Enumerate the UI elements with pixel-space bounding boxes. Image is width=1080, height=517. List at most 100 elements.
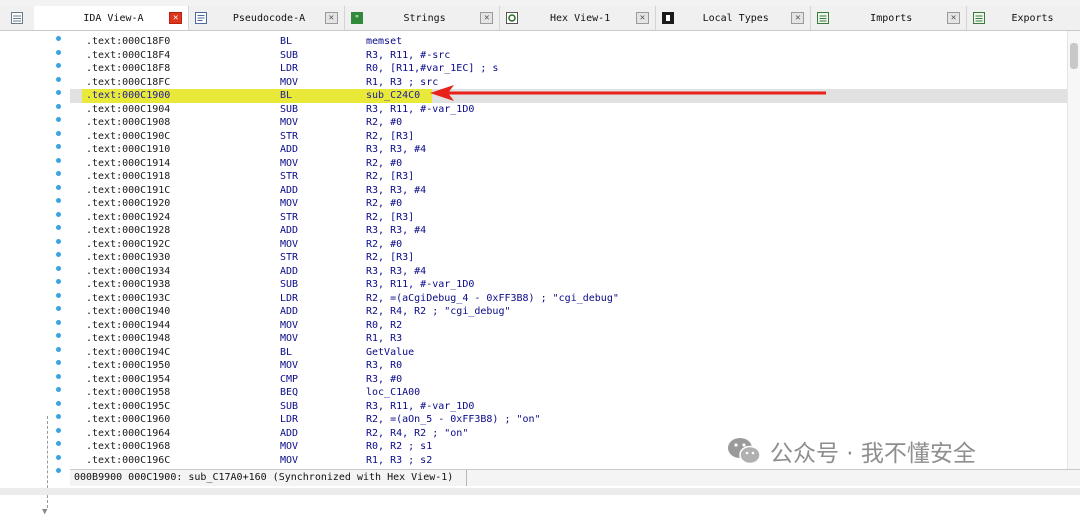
disasm-row[interactable]: .text:000C1934 ADD R3, R3, #4 <box>70 265 1080 279</box>
disasm-row[interactable]: .text:000C18F8 LDR R0, [R11,#var_1EC] ; s <box>70 62 1080 76</box>
instruction-operands[interactable]: R2, =(aCgiDebug_4 - 0xFF3B8) ; "cgi_debu… <box>366 292 619 306</box>
instruction-address[interactable]: .text:000C1900 <box>86 89 170 103</box>
breakpoint-dot[interactable] <box>56 49 61 55</box>
scrollbar-thumb[interactable] <box>1070 43 1078 69</box>
instruction-operands[interactable]: R2, [R3] <box>366 211 414 225</box>
breakpoint-dot[interactable] <box>56 427 61 433</box>
instruction-operands[interactable]: R3, R3, #4 <box>366 265 426 279</box>
instruction-operands[interactable]: R1, R3 ; s2 <box>366 454 432 468</box>
instruction-mnemonic[interactable]: STR <box>280 251 298 265</box>
instruction-operands[interactable]: R3, #0 <box>366 373 402 387</box>
breakpoint-dot[interactable] <box>56 346 61 352</box>
instruction-mnemonic[interactable]: ADD <box>280 305 298 319</box>
breakpoint-dot[interactable] <box>56 441 61 446</box>
breakpoint-dot[interactable] <box>56 265 61 271</box>
disasm-row[interactable]: .text:000C18F0 BL memset <box>70 35 1080 49</box>
breakpoint-dot[interactable] <box>56 157 61 163</box>
tab-ida-view-a[interactable]: IDA View-A ✕ <box>33 6 190 30</box>
instruction-mnemonic[interactable]: STR <box>280 130 298 144</box>
disasm-row[interactable]: .text:000C1940 ADD R2, R4, R2 ; "cgi_debug… <box>70 305 1080 319</box>
instruction-operands[interactable]: R2, =(aOn_5 - 0xFF3B8) ; "on" <box>366 413 541 427</box>
disasm-row[interactable]: .text:000C1950 MOV R3, R0 <box>70 359 1080 373</box>
breakpoint-dot[interactable] <box>56 63 61 68</box>
close-icon[interactable]: ✕ <box>480 12 494 24</box>
close-icon[interactable]: ✕ <box>947 12 961 24</box>
instruction-mnemonic[interactable]: BL <box>280 35 292 49</box>
instruction-address[interactable]: .text:000C1924 <box>86 211 170 225</box>
close-icon[interactable]: ✕ <box>791 12 805 24</box>
disasm-row[interactable]: .text:000C1954 CMP R3, #0 <box>70 373 1080 387</box>
instruction-address[interactable]: .text:000C194C <box>86 346 170 360</box>
instruction-mnemonic[interactable]: SUB <box>280 400 298 414</box>
instruction-mnemonic[interactable]: LDR <box>280 292 298 306</box>
instruction-operands[interactable]: R3, R3, #4 <box>366 143 426 157</box>
instruction-mnemonic[interactable]: MOV <box>280 319 298 333</box>
instruction-address[interactable]: .text:000C1948 <box>86 332 170 346</box>
instruction-address[interactable]: .text:000C1910 <box>86 143 170 157</box>
instruction-operands[interactable]: R2, R4, R2 ; "on" <box>366 427 468 441</box>
disasm-row[interactable]: .text:000C1958 BEQ loc_C1A00 <box>70 386 1080 400</box>
disasm-row[interactable]: .text:000C1930 STR R2, [R3] <box>70 251 1080 265</box>
instruction-operands[interactable]: sub_C24C0 <box>366 89 420 103</box>
instruction-operands[interactable]: R0, R2 <box>366 319 402 333</box>
instruction-mnemonic[interactable]: MOV <box>280 454 298 468</box>
breakpoint-dot[interactable] <box>56 238 61 244</box>
vertical-scrollbar[interactable] <box>1067 31 1080 469</box>
instruction-mnemonic[interactable]: SUB <box>280 103 298 117</box>
breakpoint-dot[interactable] <box>56 144 61 149</box>
disasm-row[interactable]: .text:000C192C MOV R2, #0 <box>70 238 1080 252</box>
breakpoint-dot[interactable] <box>56 36 61 41</box>
tab-strings[interactable]: " Strings ✕ <box>345 6 501 30</box>
disasm-row[interactable]: .text:000C191C ADD R3, R3, #4 <box>70 184 1080 198</box>
instruction-mnemonic[interactable]: MOV <box>280 197 298 211</box>
disasm-row[interactable]: .text:000C190C STR R2, [R3] <box>70 130 1080 144</box>
disasm-row[interactable]: .text:000C1928 ADD R3, R3, #4 <box>70 224 1080 238</box>
instruction-mnemonic[interactable]: SUB <box>280 49 298 63</box>
close-icon[interactable]: ✕ <box>635 12 649 24</box>
instruction-operands[interactable]: R1, R3 <box>366 332 402 346</box>
instruction-mnemonic[interactable]: SUB <box>280 278 298 292</box>
instruction-mnemonic[interactable]: LDR <box>280 62 298 76</box>
instruction-address[interactable]: .text:000C190C <box>86 130 170 144</box>
disasm-row[interactable]: .text:000C18F4 SUB R3, R11, #-src <box>70 49 1080 63</box>
instruction-operands[interactable]: R3, R3, #4 <box>366 224 426 238</box>
breakpoint-dot[interactable] <box>56 90 61 95</box>
breakpoint-dot[interactable] <box>56 171 61 176</box>
close-icon[interactable]: ✕ <box>324 12 338 24</box>
disassembly-listing[interactable]: .text:000C1970BLstrcmp.text:000C196CMOVR… <box>70 31 1080 469</box>
breakpoint-dot[interactable] <box>56 184 61 190</box>
tab-exports[interactable]: Exports <box>967 6 1080 30</box>
breakpoint-dot[interactable] <box>56 130 61 136</box>
instruction-mnemonic[interactable]: BL <box>280 89 292 103</box>
instruction-address[interactable]: .text:000C18FC <box>86 76 170 90</box>
breakpoint-dot[interactable] <box>56 333 61 338</box>
instruction-operands[interactable]: R2, #0 <box>366 157 402 171</box>
instruction-operands[interactable]: R2, #0 <box>366 197 402 211</box>
disasm-row[interactable]: .text:000C1944 MOV R0, R2 <box>70 319 1080 333</box>
instruction-mnemonic[interactable]: ADD <box>280 224 298 238</box>
disasm-row[interactable]: .text:000C1920 MOV R2, #0 <box>70 197 1080 211</box>
disasm-row[interactable]: .text:000C1960 LDR R2, =(aOn_5 - 0xFF3B8) … <box>70 413 1080 427</box>
instruction-mnemonic[interactable]: MOV <box>280 359 298 373</box>
instruction-operands[interactable]: R3, R11, #-var_1D0 <box>366 278 474 292</box>
breakpoint-dot[interactable] <box>56 468 61 473</box>
disasm-row[interactable]: .text:000C1948 MOV R1, R3 <box>70 332 1080 346</box>
tab-pseudocode-a[interactable]: Pseudocode-A ✕ <box>189 6 345 30</box>
disasm-row[interactable]: .text:000C1938 SUB R3, R11, #-var_1D0 <box>70 278 1080 292</box>
instruction-mnemonic[interactable]: STR <box>280 211 298 225</box>
instruction-mnemonic[interactable]: CMP <box>280 373 298 387</box>
breakpoint-dot[interactable] <box>56 400 61 406</box>
instruction-address[interactable]: .text:000C1954 <box>86 373 170 387</box>
instruction-mnemonic[interactable]: MOV <box>280 332 298 346</box>
instruction-mnemonic[interactable]: BL <box>280 346 292 360</box>
instruction-mnemonic[interactable]: MOV <box>280 76 298 90</box>
instruction-address[interactable]: .text:000C18F4 <box>86 49 170 63</box>
instruction-operands[interactable]: R0, [R11,#var_1EC] ; s <box>366 62 498 76</box>
instruction-address[interactable]: .text:000C195C <box>86 400 170 414</box>
menu-toggle-icon[interactable] <box>0 6 34 30</box>
breakpoint-dot[interactable] <box>56 211 61 217</box>
instruction-mnemonic[interactable]: MOV <box>280 157 298 171</box>
breakpoint-dot[interactable] <box>56 117 61 122</box>
instruction-operands[interactable]: R3, R11, #-var_1D0 <box>366 400 474 414</box>
instruction-operands[interactable]: loc_C1A00 <box>366 386 420 400</box>
